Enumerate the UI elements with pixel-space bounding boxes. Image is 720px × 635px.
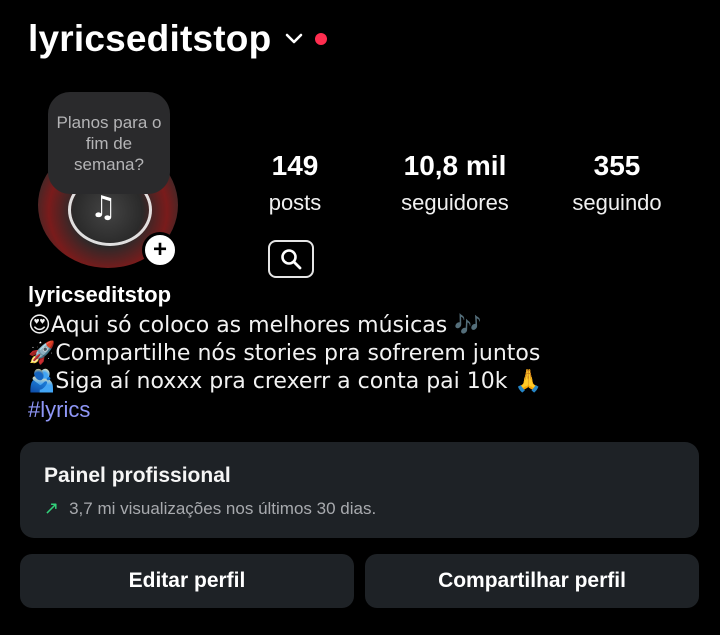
dashboard-subtitle-row: ↗ 3,7 mi visualizações nos últimos 30 di…: [44, 498, 675, 519]
stat-following-value: 355: [593, 150, 641, 181]
stat-followers[interactable]: 10,8 mil seguidores: [380, 150, 530, 216]
profile-note-bubble[interactable]: Planos para o fim de semana?: [48, 92, 170, 194]
bio-line: 😍Aqui só coloco as melhores músicas 🎶: [28, 313, 482, 338]
stat-posts-value: 149: [271, 150, 319, 181]
search-button[interactable]: [268, 240, 314, 278]
bio: 😍Aqui só coloco as melhores músicas 🎶 🚀C…: [28, 312, 542, 424]
search-icon: [281, 249, 302, 270]
profile-stats: 149 posts 10,8 mil seguidores 355 seguin…: [240, 150, 700, 230]
bio-line: 🫂Siga aí noxxx pra crexerr a conta pai 1…: [28, 369, 542, 394]
bio-line: 🚀Compartilhe nós stories pra sofrerem ju…: [28, 341, 541, 366]
arrow-up-right-icon: ↗: [44, 498, 60, 519]
dashboard-views-text: 3,7 mi visualizações nos últimos 30 dias…: [69, 498, 377, 518]
account-switcher[interactable]: lyricseditstop: [28, 14, 328, 64]
stat-followers-value: 10,8 mil: [403, 150, 507, 181]
stat-following-label: seguindo: [572, 190, 662, 215]
stat-posts-label: posts: [268, 190, 322, 215]
share-profile-button[interactable]: Compartilhar perfil: [365, 554, 699, 608]
professional-dashboard-card[interactable]: Painel profissional ↗ 3,7 mi visualizaçõ…: [20, 442, 699, 538]
stat-following[interactable]: 355 seguindo: [542, 150, 692, 216]
edit-profile-button[interactable]: Editar perfil: [20, 554, 354, 608]
stat-posts[interactable]: 149 posts: [220, 150, 370, 216]
bio-hashtag-link[interactable]: #lyrics: [28, 396, 542, 424]
chevron-down-icon[interactable]: [285, 29, 305, 49]
add-story-plus-icon[interactable]: +: [142, 232, 178, 268]
header-username[interactable]: lyricseditstop: [28, 18, 271, 60]
notification-dot: [315, 33, 328, 45]
dashboard-title: Painel profissional: [44, 464, 231, 487]
bio-display-name: lyricseditstop: [28, 282, 172, 307]
stat-followers-label: seguidores: [401, 190, 509, 215]
music-notes-icon: ♫: [90, 190, 117, 225]
